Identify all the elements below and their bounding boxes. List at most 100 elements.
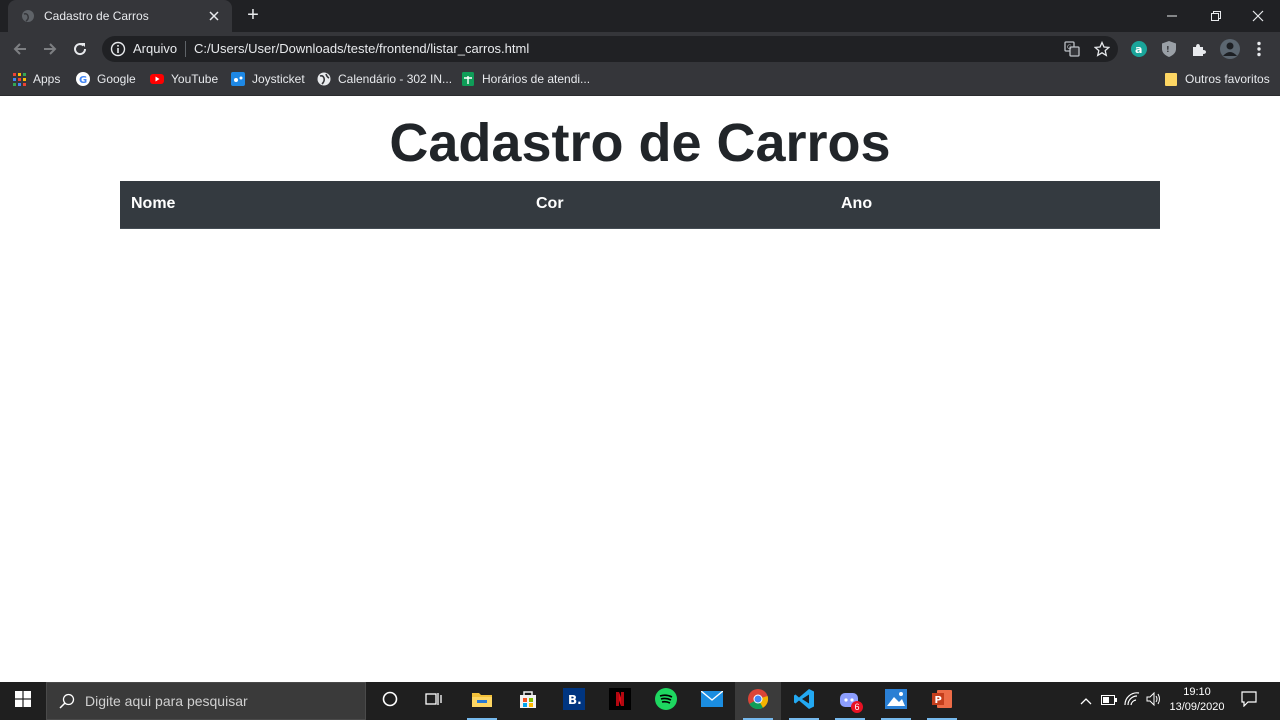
security-label: Arquivo: [133, 41, 178, 56]
address-divider: [185, 41, 186, 57]
svg-text:G: G: [1067, 44, 1072, 51]
bookmark-label: Apps: [33, 72, 61, 86]
sheets-icon: [461, 72, 475, 86]
bookmark-label: Google: [97, 72, 136, 86]
google-icon: G: [76, 72, 90, 86]
mail-icon: [700, 689, 724, 712]
taskbar-clock[interactable]: 19:10 13/09/2020: [1164, 685, 1230, 715]
translate-icon[interactable]: G: [1063, 40, 1081, 58]
taskbar-app-powerpoint[interactable]: P: [919, 682, 965, 720]
bookmark-star-icon[interactable]: [1093, 40, 1111, 58]
photos-icon: [885, 688, 907, 714]
start-button[interactable]: [0, 682, 46, 720]
network-button[interactable]: [1121, 682, 1143, 720]
globe-icon: [317, 72, 331, 86]
svg-text:P: P: [935, 695, 942, 706]
booking-icon: B.: [563, 687, 585, 715]
discord-icon: 6: [839, 690, 863, 713]
bookmark-joysticket[interactable]: Joysticket: [231, 70, 305, 88]
taskbar-app-booking[interactable]: B.: [551, 682, 597, 720]
vscode-icon: [793, 688, 815, 715]
bookmark-label: Joysticket: [252, 72, 305, 86]
file-explorer-icon: [471, 690, 493, 713]
svg-text:G: G: [79, 75, 87, 86]
taskbar-app-vscode[interactable]: [781, 682, 827, 720]
cars-table-header: Nome Cor Ano: [120, 181, 1160, 229]
cortana-button[interactable]: [367, 682, 413, 720]
cortana-icon: [382, 691, 398, 712]
taskbar-app-file-explorer[interactable]: [459, 682, 505, 720]
taskbar-app-netflix[interactable]: [597, 682, 643, 720]
bookmark-calendario[interactable]: Calendário - 302 IN...: [317, 70, 452, 88]
page-viewport: Cadastro de Carros Nome Cor Ano: [0, 96, 1280, 682]
close-window-button[interactable]: [1236, 0, 1280, 32]
extensions-puzzle-icon[interactable]: [1190, 40, 1208, 58]
column-header-cor: Cor: [536, 195, 564, 212]
wifi-icon: [1124, 691, 1140, 711]
taskbar-app-photos[interactable]: [873, 682, 919, 720]
svg-text:!: !: [1166, 45, 1170, 54]
store-icon: [518, 689, 538, 714]
back-button[interactable]: [8, 37, 32, 61]
speaker-icon: [1146, 691, 1162, 711]
chrome-icon: [747, 688, 769, 715]
volume-button[interactable]: [1143, 682, 1165, 720]
clock-time: 19:10: [1183, 686, 1211, 698]
svg-text:a: a: [1135, 43, 1142, 56]
taskbar-app-discord[interactable]: 6: [827, 682, 873, 720]
bookmark-outros-favoritos[interactable]: Outros favoritos: [1164, 70, 1270, 88]
spotify-icon: [655, 687, 677, 715]
show-hidden-icons-button[interactable]: [1076, 682, 1096, 720]
forward-button[interactable]: [38, 37, 62, 61]
bookmark-google[interactable]: G Google: [76, 70, 136, 88]
menu-kebab-icon[interactable]: [1250, 40, 1268, 58]
chevron-up-icon: [1080, 692, 1092, 710]
bookmark-label: Calendário - 302 IN...: [338, 72, 453, 86]
profile-avatar-icon[interactable]: [1219, 38, 1241, 60]
minimize-button[interactable]: [1150, 0, 1194, 32]
taskbar-app-spotify[interactable]: [643, 682, 689, 720]
url-text[interactable]: C:/Users/User/Downloads/teste/frontend/l…: [194, 41, 529, 57]
joysticket-icon: [231, 72, 245, 86]
netflix-icon: [609, 687, 631, 715]
extension-a-icon[interactable]: a: [1130, 40, 1148, 58]
page-title: Cadastro de Carros: [389, 113, 891, 173]
notification-badge: 6: [851, 701, 863, 713]
reload-button[interactable]: [68, 37, 92, 61]
bookmark-youtube[interactable]: YouTube: [150, 70, 218, 88]
taskbar-app-mail[interactable]: [689, 682, 735, 720]
search-placeholder: Digite aqui para pesquisar: [85, 693, 248, 709]
bookmark-label: Horários de atendi...: [482, 72, 591, 86]
column-header-ano: Ano: [841, 195, 873, 212]
svg-text:B.: B.: [568, 693, 582, 707]
action-center-button[interactable]: [1236, 682, 1262, 720]
search-icon: [59, 693, 75, 709]
notification-icon: [1241, 690, 1257, 712]
apps-grid-icon: [12, 72, 26, 86]
clock-date: 13/09/2020: [1169, 701, 1225, 713]
bookmark-horarios[interactable]: Horários de atendi...: [461, 70, 590, 88]
bookmark-label: YouTube: [171, 72, 219, 86]
info-icon[interactable]: [110, 41, 126, 57]
powerpoint-icon: P: [931, 689, 953, 714]
taskbar-search[interactable]: Digite aqui para pesquisar: [46, 682, 366, 720]
browser-tab[interactable]: Cadastro de Carros: [8, 0, 232, 32]
close-tab-icon[interactable]: [206, 8, 222, 24]
new-tab-button[interactable]: +: [242, 5, 264, 26]
folder-icon: [1164, 72, 1178, 86]
globe-icon: [20, 8, 36, 24]
taskbar-app-store[interactable]: [505, 682, 551, 720]
column-header-nome: Nome: [131, 195, 176, 212]
youtube-icon: [150, 72, 164, 86]
bookmark-apps[interactable]: Apps: [12, 70, 60, 88]
task-view-button[interactable]: [411, 682, 457, 720]
taskbar-app-chrome[interactable]: [735, 682, 781, 720]
bookmark-label: Outros favoritos: [1185, 72, 1270, 86]
windows-logo-icon: [15, 690, 31, 712]
task-view-icon: [425, 691, 443, 712]
shield-extension-icon[interactable]: !: [1160, 40, 1178, 58]
tab-title: Cadastro de Carros: [44, 9, 149, 23]
restore-button[interactable]: [1194, 0, 1238, 32]
battery-icon: [1101, 692, 1117, 710]
battery-button[interactable]: [1098, 682, 1120, 720]
